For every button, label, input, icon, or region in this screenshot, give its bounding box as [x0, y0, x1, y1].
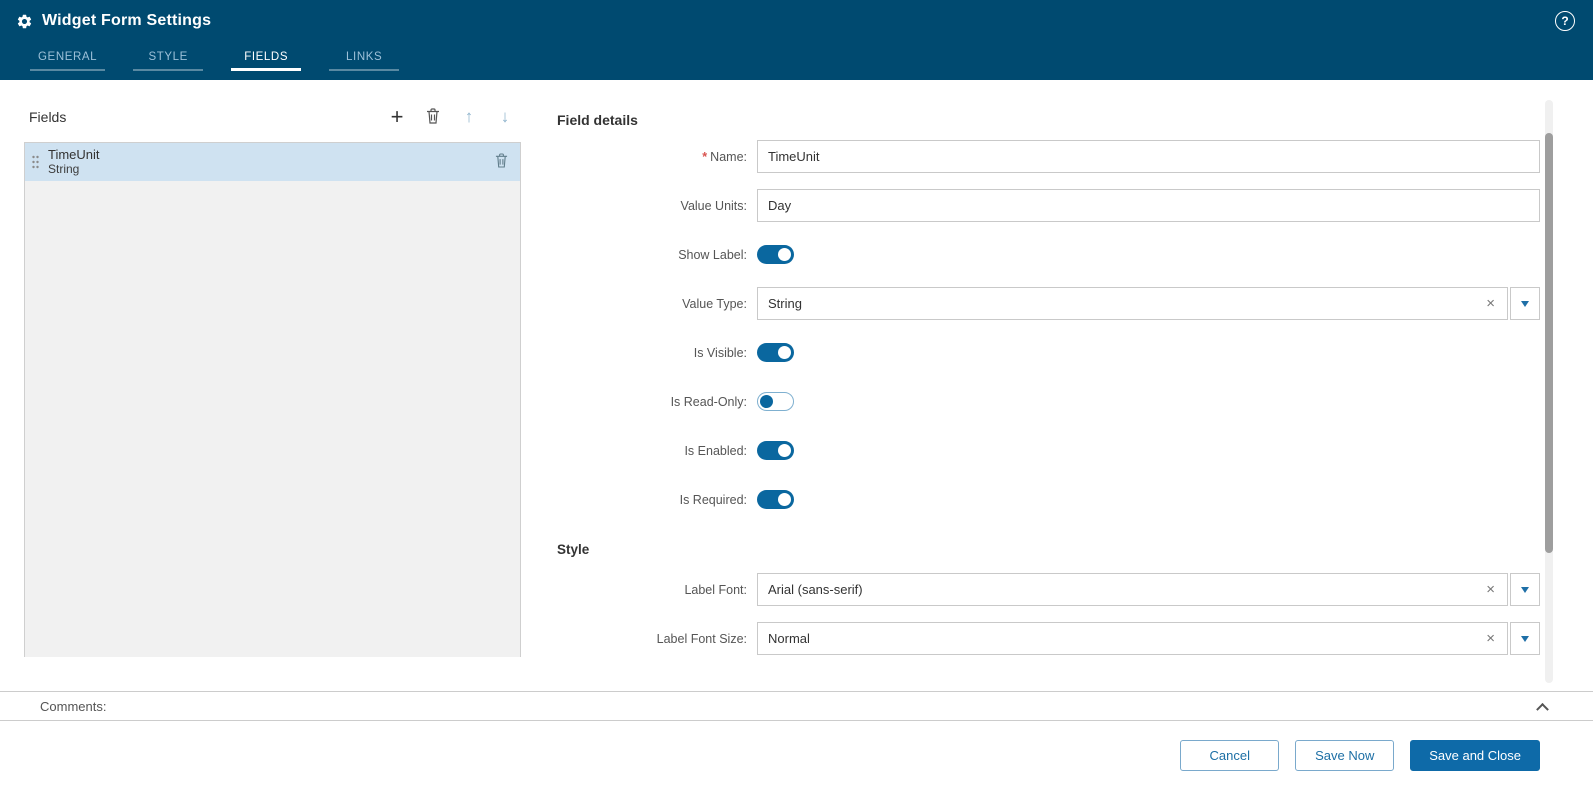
value-type-input[interactable]: String × [757, 287, 1508, 320]
drag-handle-icon[interactable] [32, 155, 39, 169]
cancel-button[interactable]: Cancel [1180, 740, 1280, 771]
fields-panel-header: Fields + ↑ ↓ [24, 106, 521, 128]
add-field-button[interactable]: + [387, 106, 407, 128]
form-row-value-type: Value Type: String × [557, 279, 1540, 328]
fields-panel: Fields + ↑ ↓ TimeUnit String [24, 106, 521, 657]
toggle-knob [778, 493, 791, 506]
is-required-toggle[interactable] [757, 490, 794, 509]
toggle-knob [760, 395, 773, 408]
form-row-label-font: Label Font: Arial (sans-serif) × [557, 565, 1540, 614]
label-font-value: Arial (sans-serif) [768, 582, 863, 597]
label-font-size-dropdown-button[interactable] [1510, 622, 1540, 655]
clear-icon[interactable]: × [1482, 581, 1499, 598]
tab-links[interactable]: LINKS [329, 42, 400, 71]
is-read-only-toggle[interactable] [757, 392, 794, 411]
field-details-title: Field details [557, 112, 638, 128]
form-row-show-label: Show Label: [557, 230, 1540, 279]
name-label: * Name: [702, 149, 747, 164]
value-units-label: Value Units: [680, 198, 747, 213]
label-font-label: Label Font: [684, 582, 747, 597]
field-details-panel: Field details *Name: Value Units: Show L… [557, 80, 1540, 657]
collapse-comments-button[interactable] [1534, 698, 1551, 716]
delete-item-button[interactable] [495, 153, 508, 171]
trash-icon [495, 153, 508, 171]
chevron-down-icon [1521, 300, 1529, 307]
tab-general[interactable]: GENERAL [30, 42, 106, 71]
title-row: Widget Form Settings ? [0, 0, 1593, 42]
field-item-type: String [48, 162, 80, 176]
tab-bar: GENERAL STYLE FIELDS LINKS [0, 42, 1593, 71]
value-type-value: String [768, 296, 802, 311]
is-enabled-label: Is Enabled: [684, 443, 747, 458]
label-font-size-value: Normal [768, 631, 810, 646]
form-row-name: * Name: [557, 132, 1540, 181]
form-row-value-units: Value Units: [557, 181, 1540, 230]
delete-field-button[interactable] [423, 106, 443, 128]
save-now-button[interactable]: Save Now [1295, 740, 1395, 771]
value-type-label: Value Type: [682, 296, 747, 311]
is-visible-toggle[interactable] [757, 343, 794, 362]
fields-panel-title: Fields [29, 109, 67, 125]
show-label-label: Show Label: [678, 247, 747, 262]
is-read-only-label: Is Read-Only: [670, 394, 747, 409]
main-content: Fields + ↑ ↓ TimeUnit String Field detai… [0, 80, 1593, 657]
tab-fields[interactable]: FIELDS [231, 42, 302, 71]
label-font-dropdown-button[interactable] [1510, 573, 1540, 606]
chevron-up-icon [1536, 702, 1549, 716]
field-item-text: TimeUnit String [48, 147, 100, 177]
style-section-heading: Style [557, 542, 590, 557]
trash-icon [426, 107, 440, 127]
label-font-size-input[interactable]: Normal × [757, 622, 1508, 655]
form-row-is-enabled: Is Enabled: [557, 426, 1540, 475]
widget-form-settings-dialog: Widget Form Settings ? GENERAL STYLE FIE… [0, 0, 1593, 793]
show-label-toggle[interactable] [757, 245, 794, 264]
name-input[interactable] [757, 140, 1540, 173]
form-row-is-visible: Is Visible: [557, 328, 1540, 377]
toggle-knob [778, 248, 791, 261]
fields-list: TimeUnit String [24, 142, 521, 657]
footer-actions: Cancel Save Now Save and Close [1180, 740, 1540, 771]
help-icon[interactable]: ? [1555, 11, 1575, 31]
vertical-scrollbar[interactable] [1545, 100, 1553, 683]
header: Widget Form Settings ? GENERAL STYLE FIE… [0, 0, 1593, 80]
toggle-knob [778, 346, 791, 359]
fields-toolbar: + ↑ ↓ [387, 106, 515, 128]
list-item-timeunit[interactable]: TimeUnit String [25, 143, 520, 181]
is-visible-label: Is Visible: [693, 345, 747, 360]
form-row-is-read-only: Is Read-Only: [557, 377, 1540, 426]
is-enabled-toggle[interactable] [757, 441, 794, 460]
label-font-size-label: Label Font Size: [656, 631, 747, 646]
field-details-form: *Name: Value Units: Show Label: [557, 132, 1540, 657]
form-row-is-required: Is Required: [557, 475, 1540, 524]
move-field-up-button[interactable]: ↑ [459, 106, 479, 128]
comments-bar: Comments: [0, 691, 1593, 721]
clear-icon[interactable]: × [1482, 295, 1499, 312]
required-marker: * [702, 149, 708, 164]
move-field-down-button[interactable]: ↓ [495, 106, 515, 128]
page-title: Widget Form Settings [42, 12, 212, 29]
save-and-close-button[interactable]: Save and Close [1410, 740, 1540, 771]
chevron-down-icon [1521, 586, 1529, 593]
value-type-dropdown-button[interactable] [1510, 287, 1540, 320]
comments-label: Comments: [40, 698, 107, 714]
label-font-input[interactable]: Arial (sans-serif) × [757, 573, 1508, 606]
toggle-knob [778, 444, 791, 457]
tab-style[interactable]: STYLE [133, 42, 204, 71]
clear-icon[interactable]: × [1482, 630, 1499, 647]
scrollbar-thumb[interactable] [1545, 133, 1553, 553]
chevron-down-icon [1521, 635, 1529, 642]
gear-icon [16, 13, 33, 30]
form-row-label-font-size: Label Font Size: Normal × [557, 614, 1540, 657]
field-item-name: TimeUnit [48, 147, 100, 162]
is-required-label: Is Required: [679, 492, 747, 507]
value-units-input[interactable] [757, 189, 1540, 222]
